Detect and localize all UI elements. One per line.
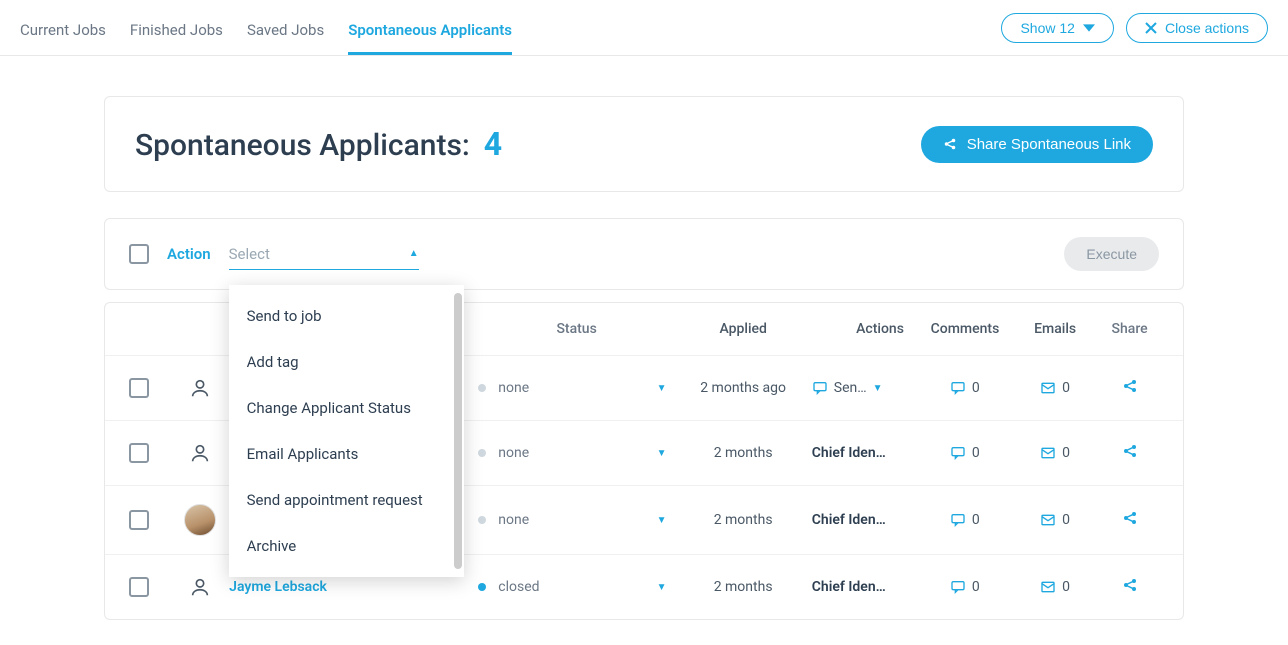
- status-value: none: [498, 512, 529, 528]
- select-all-checkbox[interactable]: [129, 244, 149, 264]
- emails-count: 0: [1062, 445, 1070, 461]
- applied-value: 2 months: [674, 445, 811, 461]
- show-count-label: Show 12: [1020, 20, 1074, 36]
- th-status: Status: [479, 321, 675, 337]
- comments-count: 0: [972, 512, 980, 528]
- tab-saved-jobs[interactable]: Saved Jobs: [247, 21, 324, 55]
- action-label: Action: [167, 245, 211, 263]
- dropdown-item-change-status[interactable]: Change Applicant Status: [229, 385, 464, 431]
- row-checkbox[interactable]: [129, 443, 149, 463]
- status-dot-icon: [478, 384, 486, 392]
- status-value: closed: [498, 579, 539, 595]
- actions-text: Chief Iden…: [812, 579, 886, 595]
- close-actions-label: Close actions: [1165, 20, 1249, 36]
- action-select-value: Select: [229, 245, 270, 263]
- share-row-button[interactable]: [1122, 581, 1138, 597]
- caret-down-icon: [1083, 22, 1095, 34]
- execute-button[interactable]: Execute: [1064, 237, 1159, 271]
- email-icon[interactable]: [1040, 380, 1056, 396]
- actions-text: Sen…: [834, 380, 867, 396]
- tab-bar: Current Jobs Finished Jobs Saved Jobs Sp…: [20, 0, 512, 55]
- show-count-button[interactable]: Show 12: [1001, 13, 1113, 43]
- comments-count: 0: [972, 380, 980, 396]
- th-emails: Emails: [1010, 321, 1100, 337]
- share-row-button[interactable]: [1122, 447, 1138, 463]
- row-checkbox[interactable]: [129, 378, 149, 398]
- status-select[interactable]: none ▼: [498, 512, 674, 528]
- applied-value: 2 months: [674, 579, 811, 595]
- email-icon[interactable]: [1040, 579, 1056, 595]
- applicant-count: 4: [484, 125, 502, 163]
- comments-count: 0: [972, 445, 980, 461]
- status-select[interactable]: none ▼: [498, 380, 674, 396]
- comment-icon[interactable]: [950, 445, 966, 461]
- share-row-button[interactable]: [1122, 514, 1138, 530]
- emails-count: 0: [1062, 579, 1070, 595]
- action-dropdown: Send to job Add tag Change Applicant Sta…: [229, 285, 464, 577]
- action-bar: Action Select ▲ Send to job Add tag Chan…: [104, 218, 1184, 290]
- th-share: Share: [1100, 321, 1159, 337]
- emails-count: 0: [1062, 512, 1070, 528]
- status-dot-icon: [478, 449, 486, 457]
- dropdown-scrollbar[interactable]: [454, 293, 462, 569]
- share-button-label: Share Spontaneous Link: [967, 136, 1131, 153]
- close-actions-button[interactable]: Close actions: [1126, 13, 1268, 43]
- status-value: none: [498, 445, 529, 461]
- share-row-button[interactable]: [1122, 382, 1138, 398]
- page-header-card: Spontaneous Applicants: 4 Share Spontane…: [104, 96, 1184, 192]
- comment-icon[interactable]: [950, 579, 966, 595]
- caret-up-icon: ▲: [409, 248, 419, 259]
- row-actions-select[interactable]: Sen… ▼: [812, 380, 883, 396]
- dropdown-item-archive[interactable]: Archive: [229, 523, 464, 569]
- caret-down-icon: ▼: [657, 582, 667, 593]
- tab-current-jobs[interactable]: Current Jobs: [20, 21, 106, 55]
- comment-icon[interactable]: [950, 512, 966, 528]
- close-icon: [1145, 22, 1157, 34]
- th-comments: Comments: [920, 321, 1010, 337]
- dropdown-item-email-applicants[interactable]: Email Applicants: [229, 431, 464, 477]
- row-checkbox[interactable]: [129, 510, 149, 530]
- dropdown-item-send-appointment[interactable]: Send appointment request: [229, 477, 464, 523]
- person-icon: [186, 374, 214, 402]
- caret-down-icon: ▼: [657, 515, 667, 526]
- person-icon: [186, 573, 214, 601]
- row-checkbox[interactable]: [129, 577, 149, 597]
- action-select[interactable]: Select ▲: [229, 239, 419, 270]
- email-icon[interactable]: [1040, 512, 1056, 528]
- share-icon: [943, 137, 957, 151]
- comments-count: 0: [972, 579, 980, 595]
- status-value: none: [498, 380, 529, 396]
- page-title: Spontaneous Applicants:: [135, 128, 470, 163]
- status-dot-icon: [478, 583, 486, 591]
- dropdown-item-add-tag[interactable]: Add tag: [229, 339, 464, 385]
- th-applied: Applied: [675, 321, 812, 337]
- status-dot-icon: [478, 516, 486, 524]
- tab-spontaneous-applicants[interactable]: Spontaneous Applicants: [348, 21, 512, 55]
- dropdown-item-send-to-job[interactable]: Send to job: [229, 293, 464, 339]
- status-select[interactable]: closed ▼: [498, 579, 674, 595]
- actions-text: Chief Iden…: [812, 512, 886, 528]
- applied-value: 2 months: [674, 512, 811, 528]
- tab-finished-jobs[interactable]: Finished Jobs: [130, 21, 223, 55]
- actions-text: Chief Iden…: [812, 445, 886, 461]
- caret-down-icon: ▼: [657, 383, 667, 394]
- comment-icon[interactable]: [950, 380, 966, 396]
- applicant-name-link[interactable]: Jayme Lebsack: [229, 579, 327, 595]
- th-actions: Actions: [812, 321, 920, 337]
- applied-value: 2 months ago: [674, 380, 811, 396]
- email-icon[interactable]: [1040, 445, 1056, 461]
- emails-count: 0: [1062, 380, 1070, 396]
- speech-bubble-icon: [812, 380, 828, 396]
- share-spontaneous-link-button[interactable]: Share Spontaneous Link: [921, 126, 1153, 163]
- caret-down-icon: ▼: [873, 383, 883, 394]
- person-icon: [186, 439, 214, 467]
- caret-down-icon: ▼: [657, 448, 667, 459]
- avatar: [184, 504, 216, 536]
- status-select[interactable]: none ▼: [498, 445, 674, 461]
